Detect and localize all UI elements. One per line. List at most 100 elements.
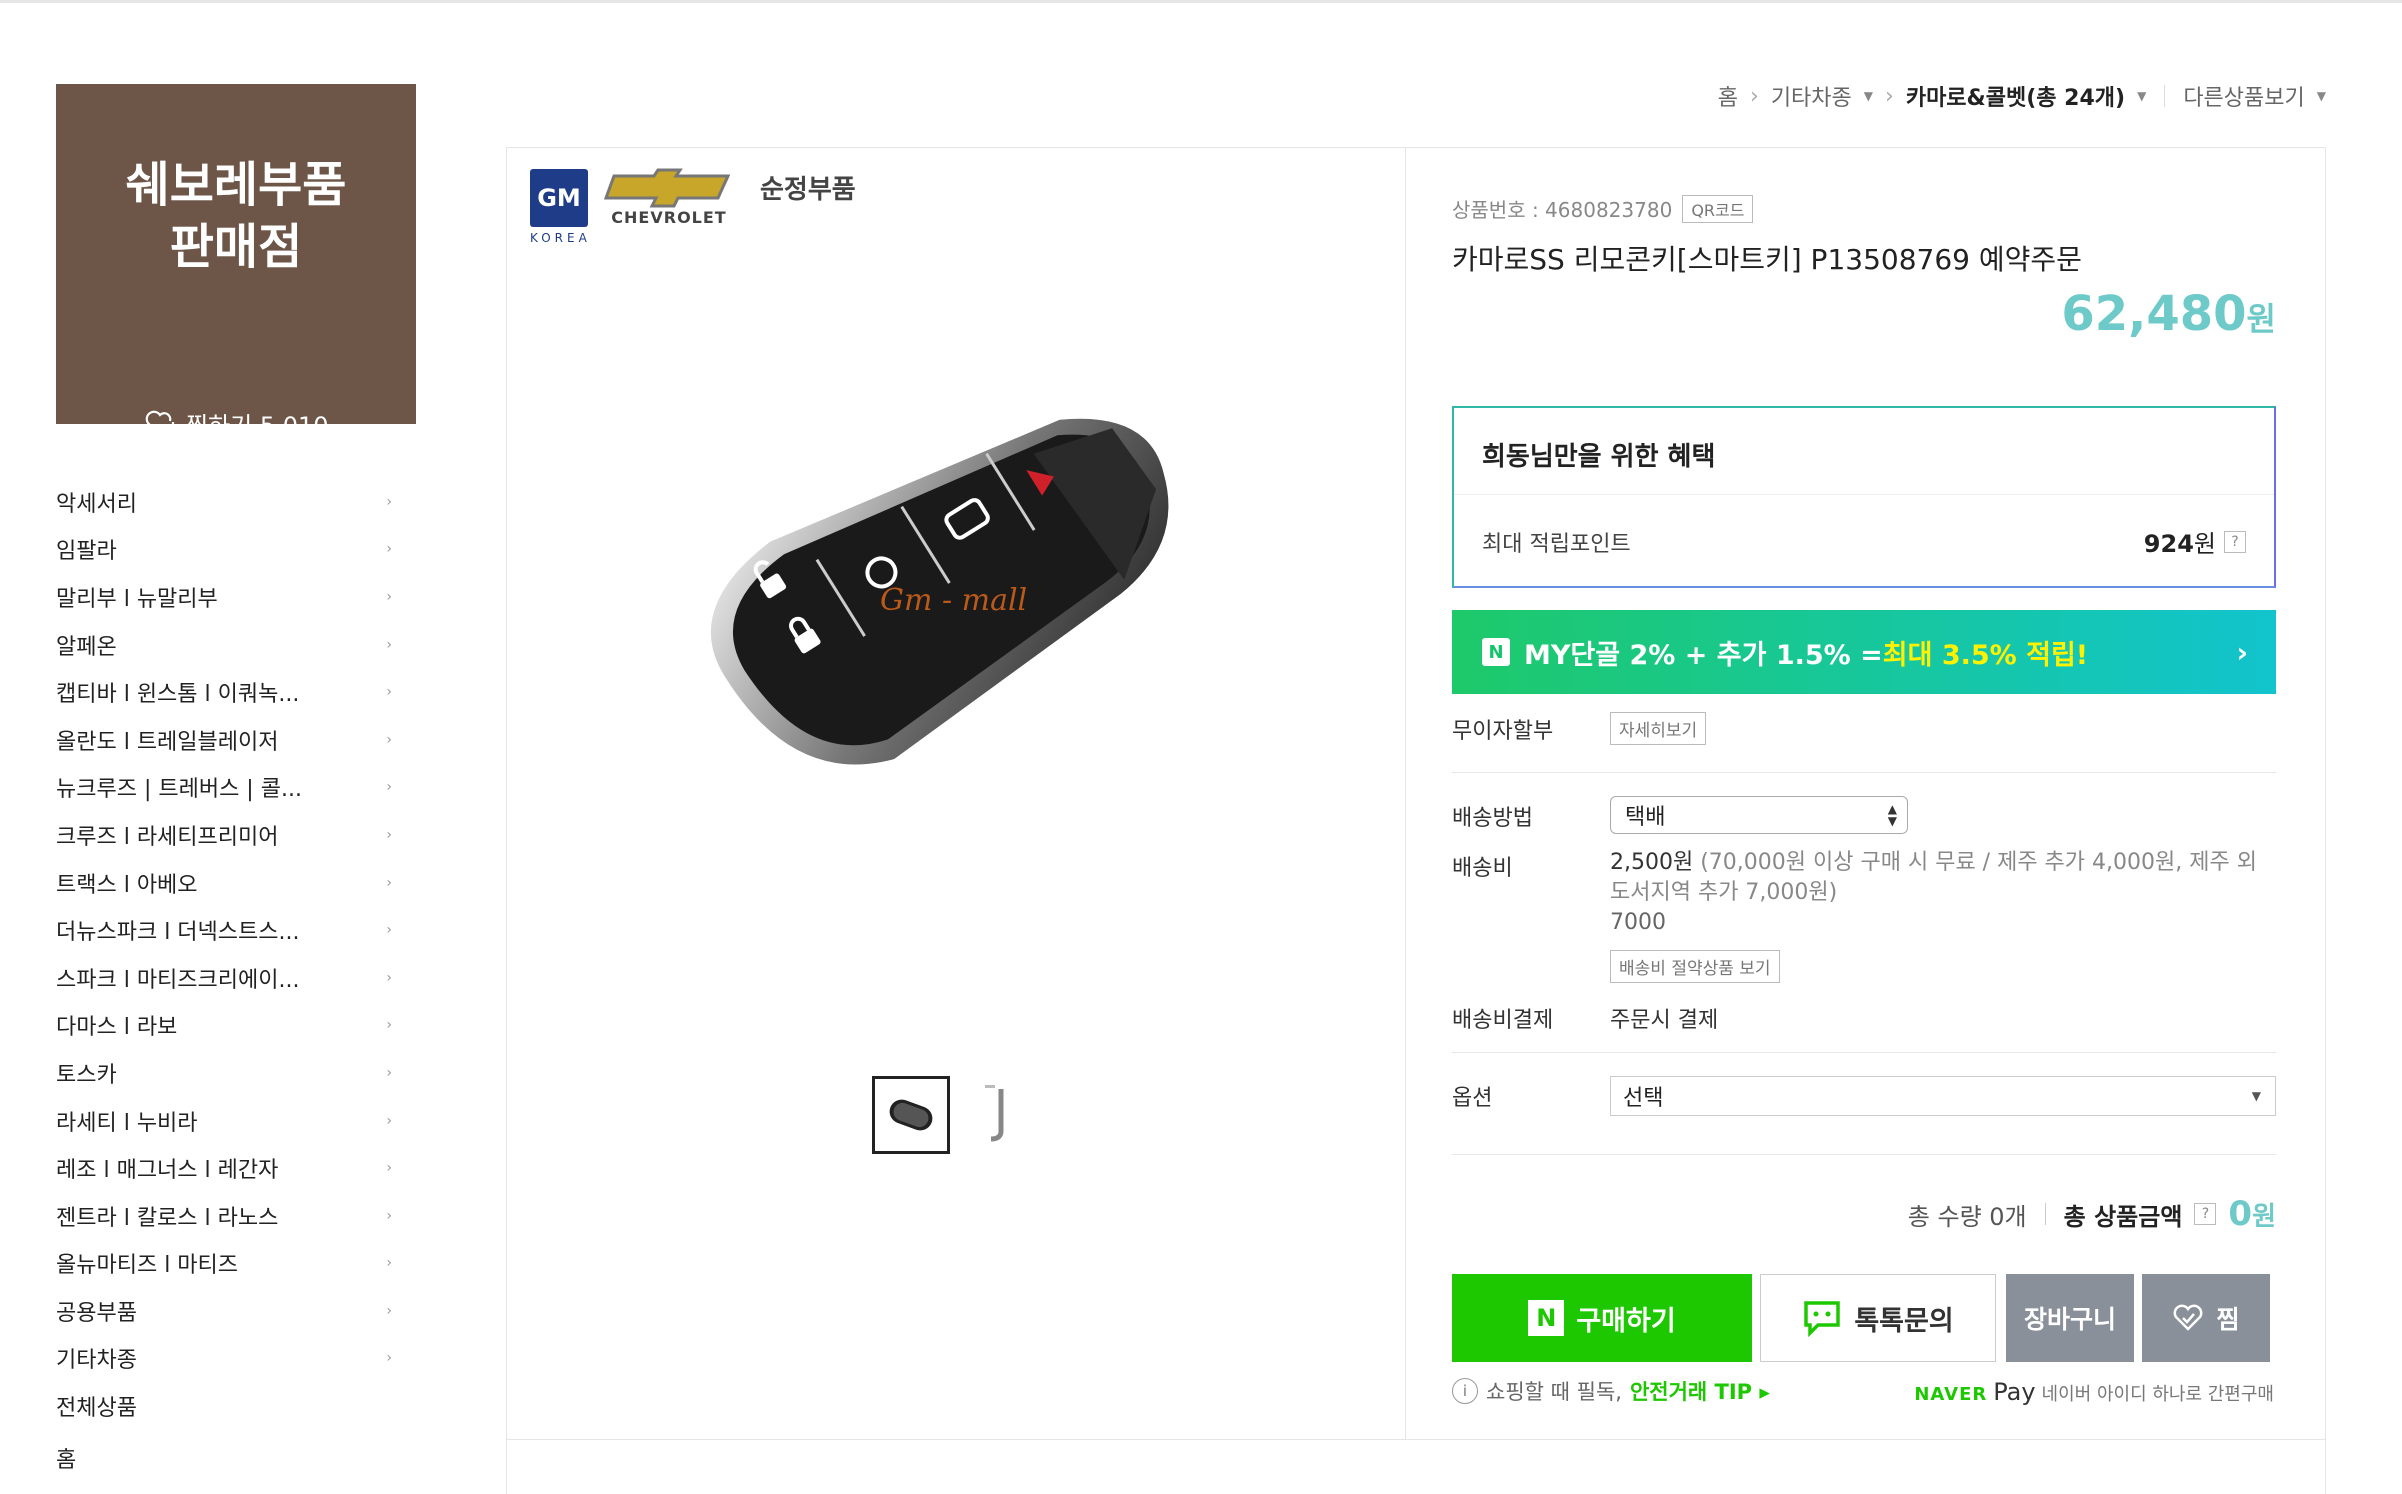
chevron-right-icon: › (386, 1302, 392, 1319)
total-amount: 0원 (2228, 1194, 2276, 1234)
select-arrows-icon: ▲ ▼ (1887, 802, 1897, 828)
category-item[interactable]: 트랙스 l 아베오 › (56, 859, 406, 907)
chevrolet-logo: CHEVROLET (604, 168, 734, 227)
other-products-link[interactable]: 다른상품보기 (2183, 80, 2304, 112)
caret-down-icon: ▼ (2251, 1089, 2261, 1103)
genuine-parts-label: 순정부품 (760, 175, 856, 205)
breadcrumb-current[interactable]: 카마로&콜벳(총 24개) (1906, 80, 2125, 112)
benefit-box: 희동님만을 위한 혜택 최대 적립포인트 924원 ? (1452, 406, 2276, 588)
total-amount-label: 총 상품금액 (2063, 1202, 2183, 1231)
top-border (0, 0, 2402, 3)
benefit-title: 희동님만을 위한 혜택 (1482, 442, 1716, 472)
breadcrumb: 홈 › 기타차종 ▼ › 카마로&콜벳(총 24개) ▼ 다른상품보기 ▼ (1718, 80, 2326, 112)
total-summary: 총 수량 0개 총 상품금액 ? 0원 (1908, 1194, 2276, 1234)
category-item[interactable]: 임팔라 › (56, 526, 406, 574)
help-icon[interactable]: ? (2224, 530, 2246, 553)
total-quantity: 총 수량 0개 (1907, 1202, 2027, 1231)
category-item[interactable]: 레조 l 매그너스 l 레간자 › (56, 1144, 406, 1192)
product-number: 상품번호 : 4680823780 QR코드 (1452, 194, 1754, 223)
category-item[interactable]: 젠트라 l 칼로스 l 라노스 › (56, 1192, 406, 1240)
thumbnail-1[interactable] (872, 1076, 950, 1154)
store-fav-label: 찜하기 5,010 (186, 412, 329, 440)
breadcrumb-divider (2164, 85, 2166, 107)
chevron-right-icon: › (386, 1160, 392, 1177)
talktalk-button[interactable]: 톡톡문의 (1760, 1274, 1996, 1362)
chevron-right-icon: › (2236, 636, 2248, 669)
installment-detail-button[interactable]: 자세히보기 (1610, 712, 1707, 745)
category-label: 올뉴마티즈 l 마티즈 (56, 1253, 239, 1279)
chevron-right-icon: › (386, 541, 392, 558)
sidebar-home-link[interactable]: 홈 (56, 1442, 76, 1474)
store-name-line2: 판매점 (169, 219, 303, 275)
option-value: 선택 (1623, 1086, 1664, 1111)
category-item[interactable]: 전체상품 (56, 1382, 406, 1430)
category-item[interactable]: 알페온 › (56, 621, 406, 669)
heart-check-icon (2174, 1304, 2203, 1331)
naver-n-icon: N (1528, 1300, 1565, 1336)
pay-logo: Pay (1993, 1378, 2036, 1406)
caret-down-icon[interactable]: ▼ (2137, 89, 2146, 103)
category-item[interactable]: 올뉴마티즈 l 마티즈 › (56, 1240, 406, 1288)
qr-code-button[interactable]: QR코드 (1682, 194, 1754, 223)
cart-button[interactable]: 장바구니 (2006, 1274, 2134, 1362)
option-select[interactable]: 선택 ▼ (1610, 1076, 2276, 1116)
section-divider (1452, 1052, 2276, 1053)
chevron-right-icon: › (386, 1255, 392, 1272)
buy-button[interactable]: N 구매하기 (1452, 1274, 1752, 1362)
category-item[interactable]: 라세티 l 누비라 › (56, 1097, 406, 1145)
category-item[interactable]: 토스카 › (56, 1049, 406, 1097)
safe-trade-tip: i 쇼핑할 때 필독, 안전거래 TIP ▸ (1452, 1376, 1770, 1406)
card-divider-bottom (506, 1439, 2326, 1440)
caret-down-icon[interactable]: ▼ (2317, 89, 2326, 103)
total-amount-unit: 원 (2252, 1202, 2276, 1232)
mydangol-promo-banner[interactable]: N MY단골 2% + 추가 1.5% = 최대 3.5% 적립! › (1452, 610, 2276, 694)
category-item[interactable]: 악세서리 › (56, 478, 406, 526)
shipping-fee-label: 배송비 (1452, 856, 1513, 881)
price-unit: 원 (2246, 300, 2276, 338)
category-item[interactable]: 기타차종 › (56, 1335, 406, 1383)
thumbnail-2[interactable] (960, 1076, 1038, 1154)
product-image[interactable]: Gm - mall (680, 340, 1240, 860)
help-icon[interactable]: ? (2194, 1203, 2217, 1225)
chevron-right-icon: › (1750, 83, 1759, 109)
category-item[interactable]: 스파크 l 마티즈크리에이... › (56, 954, 406, 1002)
talktalk-label: 톡톡문의 (1854, 1305, 1954, 1337)
breadcrumb-home[interactable]: 홈 (1718, 80, 1738, 112)
benefit-point-value: 924원 ? (2144, 524, 2246, 559)
category-item[interactable]: 공용부품 › (56, 1287, 406, 1335)
caret-down-icon[interactable]: ▼ (1864, 89, 1873, 103)
chevrolet-bowtie-icon (604, 168, 731, 208)
category-item[interactable]: 크루즈 l 라세티프리미어 › (56, 811, 406, 859)
gm-logo: GM (530, 168, 588, 227)
wish-button[interactable]: 찜 (2142, 1274, 2270, 1362)
category-item[interactable]: 캡티바 l 윈스톰 l 이쿼녹... › (56, 668, 406, 716)
category-item[interactable]: 더뉴스파크 l 더넥스트스... › (56, 906, 406, 954)
store-name-line1: 쉐보레부품 (125, 157, 347, 213)
category-label: 트랙스 l 아베오 (56, 872, 198, 898)
category-item[interactable]: 말리부 l 뉴말리부 › (56, 573, 406, 621)
naver-n-icon: N (1482, 638, 1510, 666)
category-label: 기타차종 (56, 1348, 137, 1374)
breadcrumb-level1[interactable]: 기타차종 (1771, 80, 1852, 112)
shipping-method-label: 배송방법 (1452, 806, 1533, 831)
chevron-right-icon: › (386, 779, 392, 796)
chevron-right-icon: › (386, 684, 392, 701)
chevron-right-icon: › (386, 1112, 392, 1129)
safe-trade-tip-link[interactable]: 안전거래 TIP ▸ (1630, 1376, 1770, 1406)
chevron-right-icon: › (386, 969, 392, 986)
category-item[interactable]: 뉴크루즈 | 트레버스 | 콜... › (56, 764, 406, 812)
product-title: 카마로SS 리모콘키[스마트키] P13508769 예약주문 (1452, 243, 2082, 276)
category-item[interactable]: 다마스 l 라보 › (56, 1002, 406, 1050)
shipping-method-select[interactable]: 택배 ▲ ▼ (1610, 796, 1908, 834)
thumbnail-key-blade-icon (985, 1085, 1004, 1142)
shipping-saving-button[interactable]: 배송비 절약상품 보기 (1610, 950, 1780, 983)
category-item[interactable]: 올란도 l 트레일블레이저 › (56, 716, 406, 764)
product-price: 62,480원 (2061, 286, 2276, 342)
total-divider (2044, 1203, 2046, 1225)
category-label: 공용부품 (56, 1300, 137, 1326)
svg-text:Gm - mall: Gm - mall (880, 583, 1027, 618)
category-label: 전체상품 (56, 1396, 137, 1422)
store-banner[interactable]: 쉐보레부품 판매점 찜하기 5,010 (56, 84, 416, 440)
heart-plus-icon (145, 410, 178, 436)
chevron-right-icon: › (1885, 83, 1894, 109)
